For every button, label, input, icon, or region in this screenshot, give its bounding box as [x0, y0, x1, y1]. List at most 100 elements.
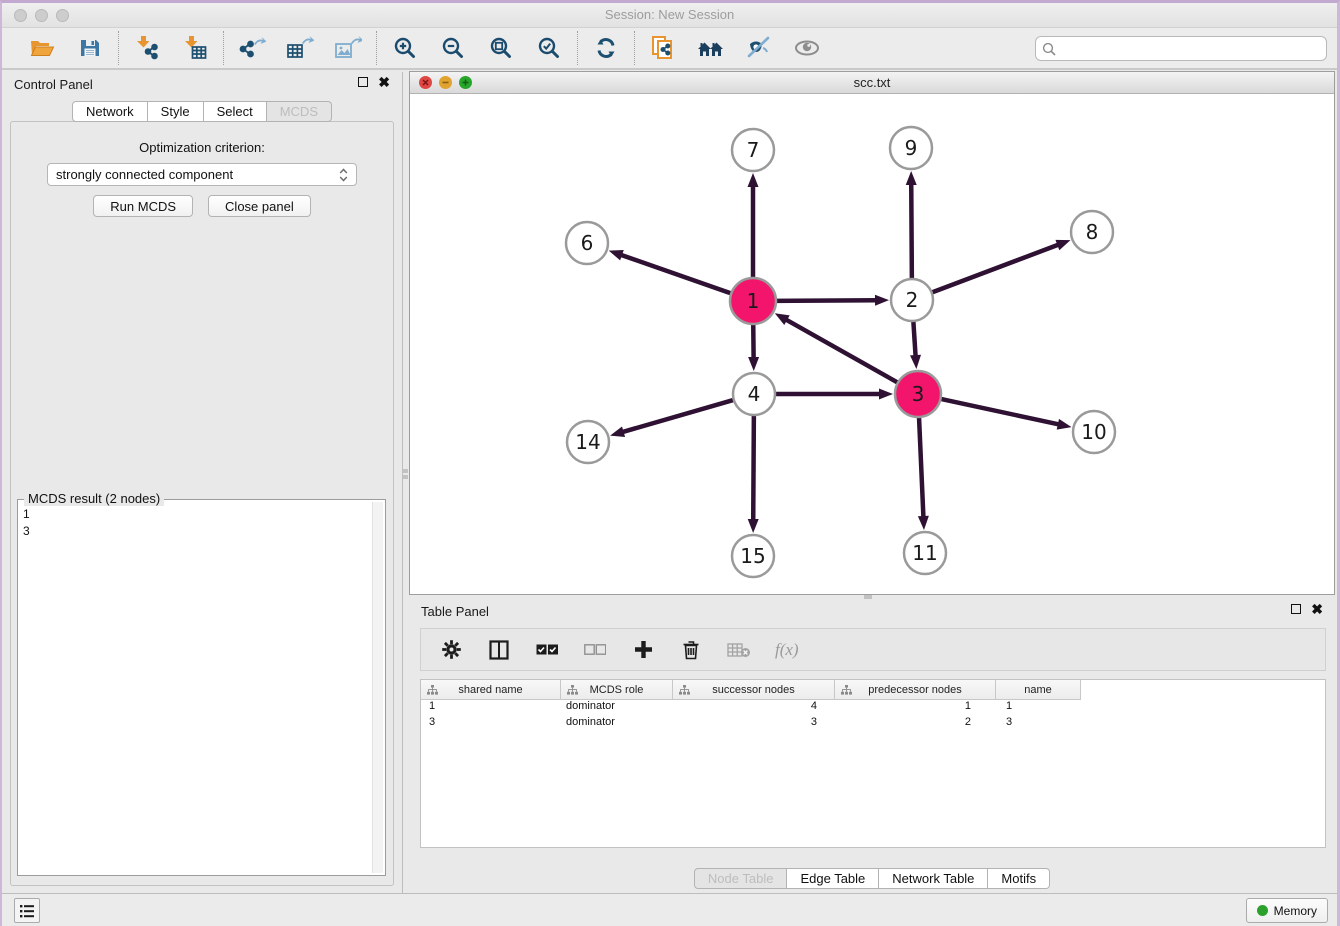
task-history-button[interactable]: [14, 898, 40, 923]
column-header-successor-nodes[interactable]: successor nodes: [673, 680, 835, 700]
table-row[interactable]: 1dominator411: [421, 700, 1325, 716]
column-header-shared-name[interactable]: shared name: [421, 680, 561, 700]
graph-node-label: 9: [905, 136, 918, 160]
table-cell: dominator: [561, 716, 673, 732]
search-field[interactable]: [1035, 36, 1327, 61]
graph-edge-4-15[interactable]: [753, 413, 754, 522]
graph-edge-1-6[interactable]: [619, 254, 733, 294]
edge-arrowhead: [879, 389, 893, 400]
table-cell: 1: [421, 700, 561, 716]
selected-criterion: strongly connected component: [56, 167, 339, 182]
tab-network[interactable]: Network: [72, 101, 148, 122]
search-icon: [1042, 42, 1056, 56]
result-line: 1: [23, 506, 30, 523]
tab-motifs[interactable]: Motifs: [988, 868, 1050, 889]
network-view-window: scc.txt 7968124314101511: [409, 71, 1335, 595]
graph-node-label: 11: [912, 541, 937, 565]
column-type-icon: [427, 685, 438, 698]
apply-layout-icon[interactable]: [592, 34, 620, 62]
table-cell: 3: [673, 716, 835, 732]
column-type-icon: [679, 685, 690, 698]
list-icon: [19, 904, 35, 918]
network-window-titlebar[interactable]: scc.txt: [410, 72, 1334, 94]
window-titlebar: Session: New Session: [2, 3, 1337, 28]
float-panel-icon[interactable]: [358, 77, 368, 87]
graph-node-label: 1: [747, 289, 760, 313]
zoom-selected-icon[interactable]: [535, 34, 563, 62]
tab-network-table[interactable]: Network Table: [879, 868, 988, 889]
close-panel-icon[interactable]: ✖: [378, 77, 390, 87]
graph-edge-2-8[interactable]: [930, 244, 1060, 293]
import-network-icon[interactable]: [133, 34, 161, 62]
table-cell: 3: [421, 716, 561, 732]
graph-node-label: 14: [575, 430, 600, 454]
network-canvas[interactable]: 7968124314101511: [410, 94, 1334, 594]
edge-arrowhead: [910, 355, 921, 369]
table-cell: 1: [996, 700, 1081, 716]
result-scrollbar[interactable]: [372, 502, 383, 873]
main-toolbar: [2, 28, 1337, 70]
export-image-icon[interactable]: [334, 34, 362, 62]
column-header-name[interactable]: name: [996, 680, 1081, 700]
column-layout-icon[interactable]: [487, 638, 511, 662]
close-panel-button[interactable]: Close panel: [208, 195, 311, 217]
table-cell: dominator: [561, 700, 673, 716]
edge-arrowhead: [748, 519, 759, 533]
select-all-icon[interactable]: [535, 638, 559, 662]
save-session-icon[interactable]: [76, 34, 104, 62]
table-row[interactable]: 3dominator323: [421, 716, 1325, 732]
vertical-splitter-handle[interactable]: [403, 475, 408, 479]
function-builder-icon[interactable]: f(x): [775, 640, 799, 660]
tab-edge-table[interactable]: Edge Table: [787, 868, 879, 889]
tab-style[interactable]: Style: [148, 101, 204, 122]
memory-button[interactable]: Memory: [1246, 898, 1328, 923]
edge-arrowhead: [1055, 240, 1070, 250]
table-toolbar: f(x): [420, 628, 1326, 671]
optimization-criterion-select[interactable]: strongly connected component: [47, 163, 357, 186]
graph-node-label: 8: [1086, 220, 1099, 244]
home-reset-icon[interactable]: [697, 34, 725, 62]
column-header-MCDS-role[interactable]: MCDS role: [561, 680, 673, 700]
settings-gear-icon[interactable]: [439, 638, 463, 662]
graph-node-label: 10: [1081, 420, 1106, 444]
add-column-icon[interactable]: [631, 638, 655, 662]
graph-edge-4-14[interactable]: [621, 399, 736, 432]
graph-edge-3-1[interactable]: [784, 319, 899, 384]
node-table[interactable]: shared nameMCDS rolesuccessor nodesprede…: [420, 679, 1326, 848]
zoom-in-icon[interactable]: [391, 34, 419, 62]
delete-column-icon[interactable]: [679, 638, 703, 662]
delete-table-icon[interactable]: [727, 638, 751, 662]
graph-node-label: 2: [906, 288, 919, 312]
control-panel-header: Control Panel ✖: [2, 72, 402, 98]
select-chevrons-icon: [339, 168, 348, 182]
tab-node-table[interactable]: Node Table: [694, 868, 788, 889]
search-input[interactable]: [1061, 42, 1320, 56]
zoom-out-icon[interactable]: [439, 34, 467, 62]
tab-select[interactable]: Select: [204, 101, 267, 122]
export-table-icon[interactable]: [286, 34, 314, 62]
float-table-panel-icon[interactable]: [1291, 604, 1301, 614]
import-table-icon[interactable]: [181, 34, 209, 62]
graph-edge-1-2[interactable]: [774, 300, 878, 301]
graph-edge-3-11[interactable]: [919, 415, 924, 519]
deselect-all-icon[interactable]: [583, 638, 607, 662]
vertical-splitter-handle[interactable]: [403, 469, 408, 473]
zoom-fit-icon[interactable]: [487, 34, 515, 62]
open-file-icon[interactable]: [28, 34, 56, 62]
table-header-row: shared nameMCDS rolesuccessor nodesprede…: [421, 680, 1325, 700]
column-header-predecessor-nodes[interactable]: predecessor nodes: [835, 680, 996, 700]
graph-edge-3-10[interactable]: [939, 398, 1061, 424]
hide-glasses-icon[interactable]: [745, 34, 773, 62]
close-table-panel-icon[interactable]: ✖: [1311, 604, 1323, 614]
table-panel-title: Table Panel: [421, 604, 489, 619]
column-type-icon: [567, 685, 578, 698]
graph-edge-2-3[interactable]: [913, 319, 915, 358]
export-network-icon[interactable]: [238, 34, 266, 62]
clone-network-icon[interactable]: [649, 34, 677, 62]
graph-edge-2-9[interactable]: [911, 182, 912, 281]
window-title: Session: New Session: [2, 7, 1337, 22]
run-mcds-button[interactable]: Run MCDS: [93, 195, 193, 217]
show-eye-icon[interactable]: [793, 34, 821, 62]
tab-mcds[interactable]: MCDS: [267, 101, 332, 122]
memory-status-dot: [1257, 905, 1268, 916]
